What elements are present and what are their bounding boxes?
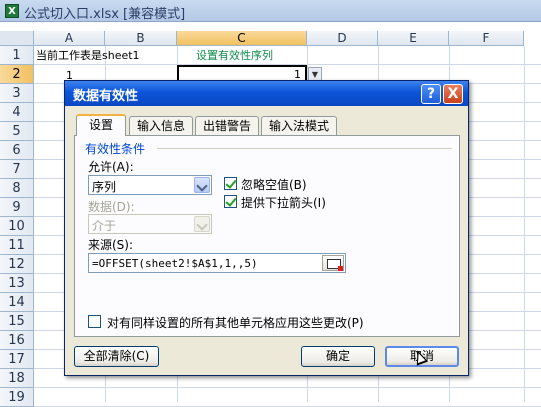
row-header-7[interactable]: 7: [0, 160, 34, 179]
row-header-11[interactable]: 11: [0, 236, 34, 255]
validation-criteria-title: 有效性条件: [85, 140, 149, 157]
column-header-f[interactable]: F: [449, 31, 524, 46]
column-header-a[interactable]: A: [34, 31, 105, 46]
data-validation-dialog: 数据有效性 ? X 设置 输入信息 出错警告 输入法模式 有效性条件 允许(A)…: [64, 80, 469, 376]
apply-all-label[interactable]: 对有同样设置的所有其他单元格应用这些更改(P): [107, 314, 364, 331]
apply-all-checkbox[interactable]: [88, 315, 101, 328]
row-header-1[interactable]: 1: [0, 46, 34, 65]
row-header-15[interactable]: 15: [0, 312, 34, 331]
clear-all-button[interactable]: 全部清除(C): [74, 346, 159, 367]
gridline: [34, 387, 541, 388]
tab-settings[interactable]: 设置: [76, 114, 126, 136]
row-header-4[interactable]: 4: [0, 103, 34, 122]
row-header-18[interactable]: 18: [0, 369, 34, 388]
data-select: 介于: [88, 214, 212, 234]
in-cell-dropdown-checkbox[interactable]: [224, 195, 237, 208]
ignore-blank-label[interactable]: 忽略空值(B): [241, 176, 307, 193]
close-button[interactable]: X: [443, 84, 463, 104]
tab-input-message[interactable]: 输入信息: [129, 116, 193, 135]
column-header-d[interactable]: D: [307, 31, 378, 46]
row-header-9[interactable]: 9: [0, 198, 34, 217]
ignore-blank-checkbox[interactable]: [224, 177, 237, 190]
allow-value: 序列: [92, 180, 117, 194]
range-select-button[interactable]: [322, 255, 344, 271]
data-value: 介于: [92, 219, 117, 233]
row-header-3[interactable]: 3: [0, 84, 34, 103]
column-header-b[interactable]: B: [105, 31, 177, 46]
tab-ime-mode[interactable]: 输入法模式: [261, 116, 337, 135]
dialog-title: 数据有效性: [73, 89, 139, 104]
chevron-down-icon: [194, 216, 210, 232]
settings-panel: 有效性条件 允许(A): 序列 数据(D): 介于 忽略空值(B) 提供下拉箭头…: [74, 135, 460, 337]
cell-c1[interactable]: 设置有效性序列: [196, 46, 273, 65]
workbook-title: 公式切入口.xlsx [兼容模式]: [24, 7, 186, 22]
ok-button[interactable]: 确定: [301, 346, 375, 367]
row-header-14[interactable]: 14: [0, 293, 34, 312]
allow-label: 允许(A):: [88, 160, 134, 174]
tab-error-alert[interactable]: 出错警告: [195, 116, 259, 135]
column-header-c[interactable]: C: [177, 31, 307, 46]
row-header-8[interactable]: 8: [0, 179, 34, 198]
row-header-2[interactable]: 2: [0, 65, 34, 84]
source-label: 来源(S):: [88, 238, 134, 252]
row-header-10[interactable]: 10: [0, 217, 34, 236]
dialog-title-bar[interactable]: 数据有效性 ? X: [65, 81, 468, 106]
row-header-19[interactable]: 19: [0, 388, 34, 407]
row-header-6[interactable]: 6: [0, 141, 34, 160]
excel-icon: X: [5, 4, 19, 18]
row-header-16[interactable]: 16: [0, 331, 34, 350]
source-value: =OFFSET(sheet2!$A$1,1,,5): [92, 257, 258, 270]
help-button[interactable]: ?: [421, 84, 441, 104]
source-input[interactable]: =OFFSET(sheet2!$A$1,1,,5): [88, 253, 346, 273]
row-header-13[interactable]: 13: [0, 274, 34, 293]
cell-a1[interactable]: 当前工作表是sheet1: [36, 46, 140, 65]
row-header-17[interactable]: 17: [0, 350, 34, 369]
data-label: 数据(D):: [88, 200, 135, 214]
column-header-e[interactable]: E: [378, 31, 449, 46]
collapse-dialog-icon: [327, 259, 343, 271]
group-divider: [157, 148, 452, 149]
select-all-corner[interactable]: [0, 31, 34, 46]
allow-select[interactable]: 序列: [88, 175, 212, 195]
row-header-5[interactable]: 5: [0, 122, 34, 141]
excel-title-bar: X 公式切入口.xlsx [兼容模式]: [0, 0, 541, 22]
in-cell-dropdown-label[interactable]: 提供下拉箭头(I): [241, 194, 326, 211]
chevron-down-icon[interactable]: [194, 177, 210, 193]
row-header-12[interactable]: 12: [0, 255, 34, 274]
